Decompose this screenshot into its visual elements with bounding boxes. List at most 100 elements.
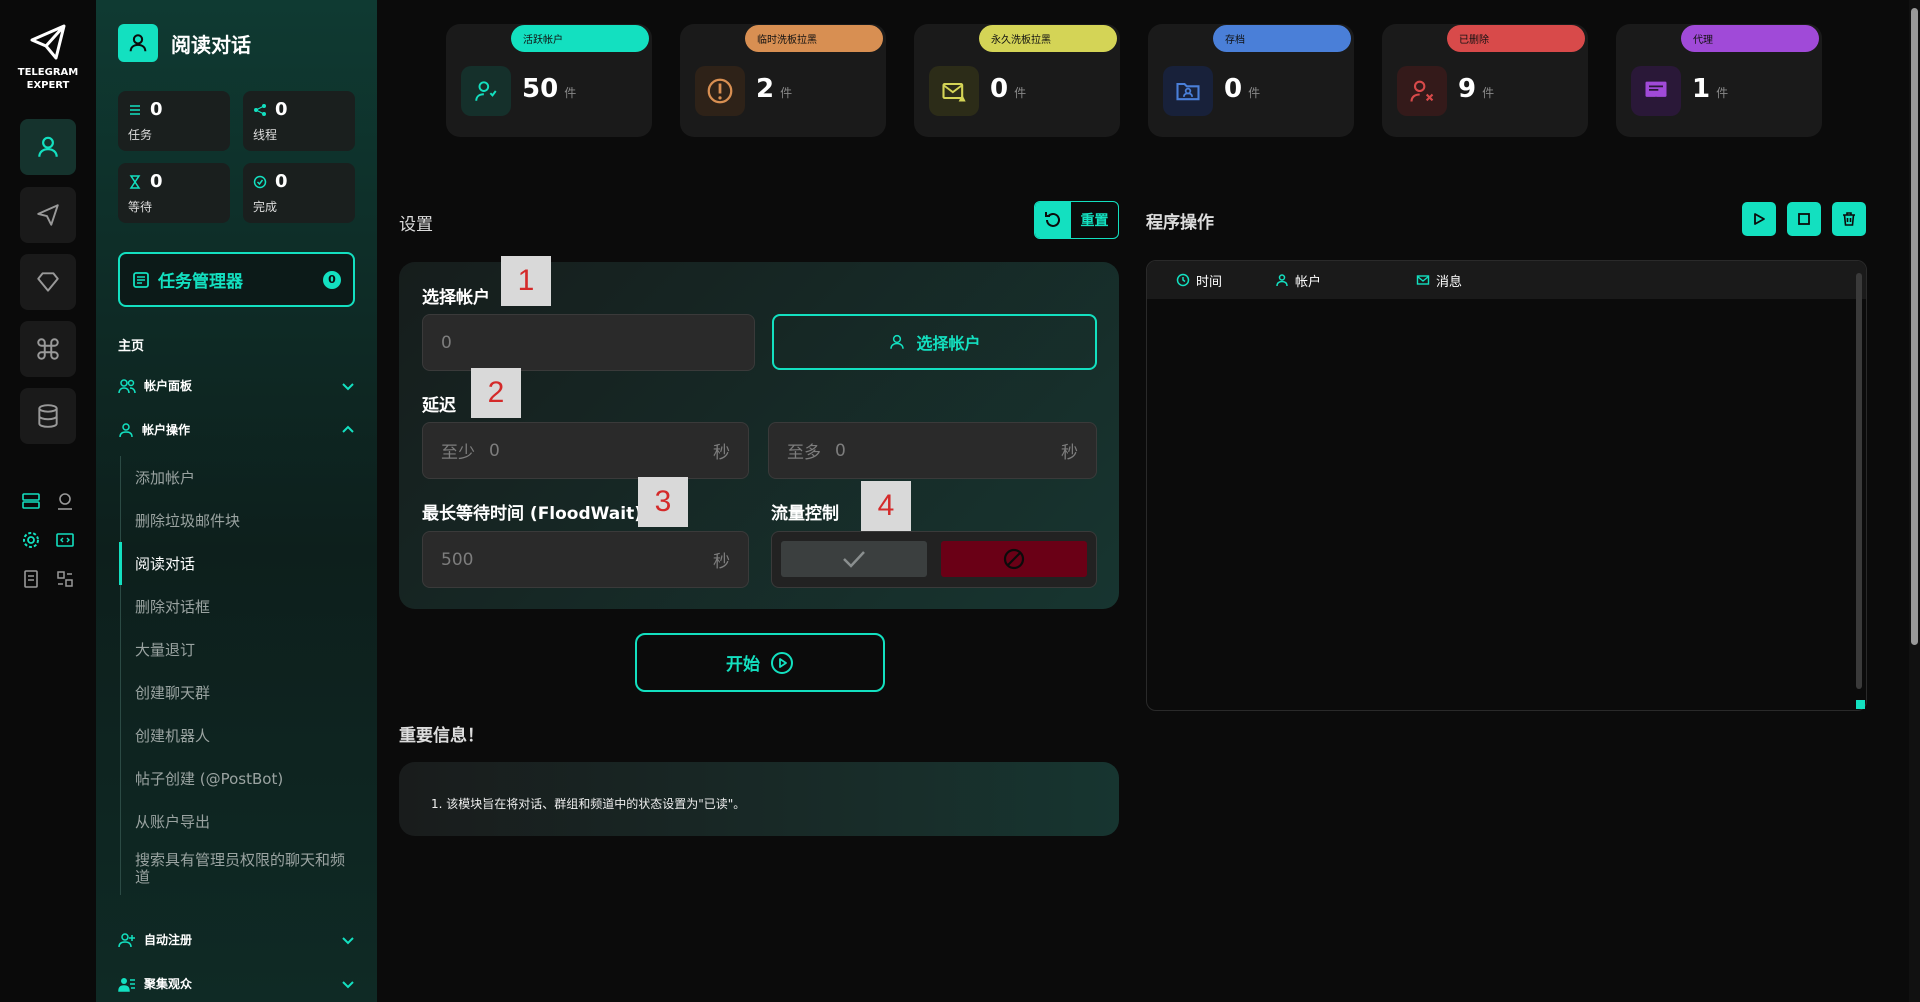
mail-warning-icon xyxy=(929,66,979,116)
page-scrollbar-thumb[interactable] xyxy=(1911,8,1918,645)
group-gather-audience[interactable]: 聚集观众 xyxy=(118,975,355,992)
group-label: 聚集观众 xyxy=(144,977,193,991)
user-plus-icon xyxy=(118,932,135,947)
folder-user-icon xyxy=(1163,66,1213,116)
rail-diamond-button[interactable] xyxy=(20,254,76,310)
map-pin-icon[interactable] xyxy=(53,489,77,513)
card-unit: 件 xyxy=(780,86,793,100)
sidebar-item-remove-spamblock[interactable]: 删除垃圾邮件块 xyxy=(121,499,355,542)
delay-label: 延迟 xyxy=(422,396,456,416)
column-time-label: 时间 xyxy=(1196,274,1223,290)
sidebar-item-read-dialogs[interactable]: 阅读对话 xyxy=(119,542,355,585)
page-scrollbar[interactable] xyxy=(1909,0,1920,1002)
flow-control-enable-button[interactable] xyxy=(781,541,927,577)
column-message: 消息 xyxy=(1416,271,1462,290)
group-auto-register[interactable]: 自动注册 xyxy=(118,931,355,948)
select-account-button[interactable]: 选择帐户 xyxy=(772,314,1097,370)
user-icon xyxy=(118,24,158,62)
card-value: 9 xyxy=(1458,74,1477,104)
reset-button[interactable]: 重置 xyxy=(1034,201,1119,239)
delay-min-input[interactable]: 至少 0 秒 xyxy=(422,422,749,479)
card-value: 0 xyxy=(990,74,1009,104)
stat-value: 0 xyxy=(150,99,163,120)
play-button[interactable] xyxy=(1742,202,1776,236)
user-icon xyxy=(119,422,133,437)
start-button-label: 开始 xyxy=(726,655,760,675)
group-account-ops[interactable]: 帐户操作 xyxy=(118,421,355,438)
app-logo: TELEGRAM EXPERT xyxy=(12,22,84,92)
transfer-icon[interactable] xyxy=(53,567,77,591)
important-text: 1. 该模块旨在将对话、群组和频道中的状态设置为"已读"。 xyxy=(431,797,746,811)
users-icon xyxy=(118,378,136,393)
card-unit: 件 xyxy=(564,86,577,100)
annotation-marker: 2 xyxy=(471,368,521,418)
diamond-icon xyxy=(37,272,59,292)
check-circle-icon xyxy=(253,175,267,189)
seconds-unit: 秒 xyxy=(1061,443,1078,463)
play-icon xyxy=(1754,213,1765,225)
stop-icon xyxy=(1798,213,1810,225)
log-scrollbar[interactable] xyxy=(1856,273,1862,689)
sidebar-item-add-account[interactable]: 添加帐户 xyxy=(121,456,355,499)
delay-max-input[interactable]: 至多 0 秒 xyxy=(768,422,1097,479)
floodwait-label: 最长等待时间 (FloodWait) xyxy=(422,504,642,524)
stop-button[interactable] xyxy=(1787,202,1821,236)
stat-value: 0 xyxy=(150,171,163,192)
operations-title: 程序操作 xyxy=(1146,213,1214,233)
chevron-down-icon xyxy=(342,382,354,390)
monitor-icon xyxy=(1631,66,1681,116)
group-account-panel[interactable]: 帐户面板 xyxy=(118,377,355,394)
user-icon xyxy=(38,136,58,157)
operations-log-table: 时间 帐户 消息 xyxy=(1146,260,1867,711)
settings-title: 设置 xyxy=(399,215,433,235)
resize-handle-icon[interactable] xyxy=(1856,700,1865,709)
start-button[interactable]: 开始 xyxy=(635,633,885,692)
task-manager-button[interactable]: 任务管理器 0 xyxy=(118,252,355,307)
card-unit: 件 xyxy=(1716,86,1729,100)
stat-value: 0 xyxy=(275,99,288,120)
mail-icon xyxy=(1416,275,1430,285)
annotation-marker: 4 xyxy=(861,481,911,531)
stat-waiting: 0 等待 xyxy=(118,163,230,223)
ban-icon xyxy=(1003,548,1025,570)
list-icon xyxy=(128,103,142,117)
gear-icon[interactable] xyxy=(19,528,43,552)
card-value: 2 xyxy=(756,74,775,104)
command-icon xyxy=(37,338,59,360)
sidebar-item-create-bot[interactable]: 创建机器人 xyxy=(121,714,355,757)
card-temp-ban: 临时洗板拉黑 2件 xyxy=(680,24,886,137)
sidebar-title: 阅读对话 xyxy=(171,32,251,57)
sidebar: 阅读对话 0 任务 0 线程 0 等待 0 完成 任务管理器 0 主页 帐户面板… xyxy=(96,0,377,1002)
sidebar-item-export[interactable]: 从账户导出 xyxy=(121,800,355,843)
clock-icon xyxy=(1176,273,1190,287)
group-label: 自动注册 xyxy=(144,933,193,947)
document-icon[interactable] xyxy=(19,567,43,591)
card-tag: 代理 xyxy=(1681,25,1819,52)
account-count-field[interactable]: 0 xyxy=(422,314,755,371)
delay-max-prefix: 至多 xyxy=(787,443,821,463)
sidebar-item-admin-search[interactable]: 搜索具有管理员权限的聊天和频道 xyxy=(121,843,355,895)
card-value: 50 xyxy=(522,74,559,104)
rail-accounts-button[interactable] xyxy=(20,119,76,175)
stat-label: 完成 xyxy=(253,200,278,214)
stat-label: 任务 xyxy=(128,128,153,142)
rail-command-button[interactable] xyxy=(20,321,76,377)
code-window-icon[interactable] xyxy=(53,528,77,552)
rail-database-button[interactable] xyxy=(20,388,76,444)
sidebar-item-mass-unsubscribe[interactable]: 大量退订 xyxy=(121,628,355,671)
logo-line2: EXPERT xyxy=(26,80,70,91)
flow-control-disable-button[interactable] xyxy=(941,541,1087,577)
floodwait-input[interactable]: 500 秒 xyxy=(422,531,749,588)
flow-control-label: 流量控制 xyxy=(771,504,839,524)
sidebar-item-create-group[interactable]: 创建聊天群 xyxy=(121,671,355,714)
rail-send-button[interactable] xyxy=(20,187,76,243)
flow-control-toggle xyxy=(771,531,1097,588)
card-deleted: 已删除 9件 xyxy=(1382,24,1588,137)
clear-log-button[interactable] xyxy=(1832,202,1866,236)
sidebar-item-delete-dialogs[interactable]: 删除对话框 xyxy=(121,585,355,628)
sidebar-item-postbot[interactable]: 帖子创建 (@PostBot) xyxy=(121,757,355,800)
user-x-icon xyxy=(1397,66,1447,116)
server-list-icon[interactable] xyxy=(19,489,43,513)
stat-threads: 0 线程 xyxy=(243,91,355,151)
card-unit: 件 xyxy=(1014,86,1027,100)
